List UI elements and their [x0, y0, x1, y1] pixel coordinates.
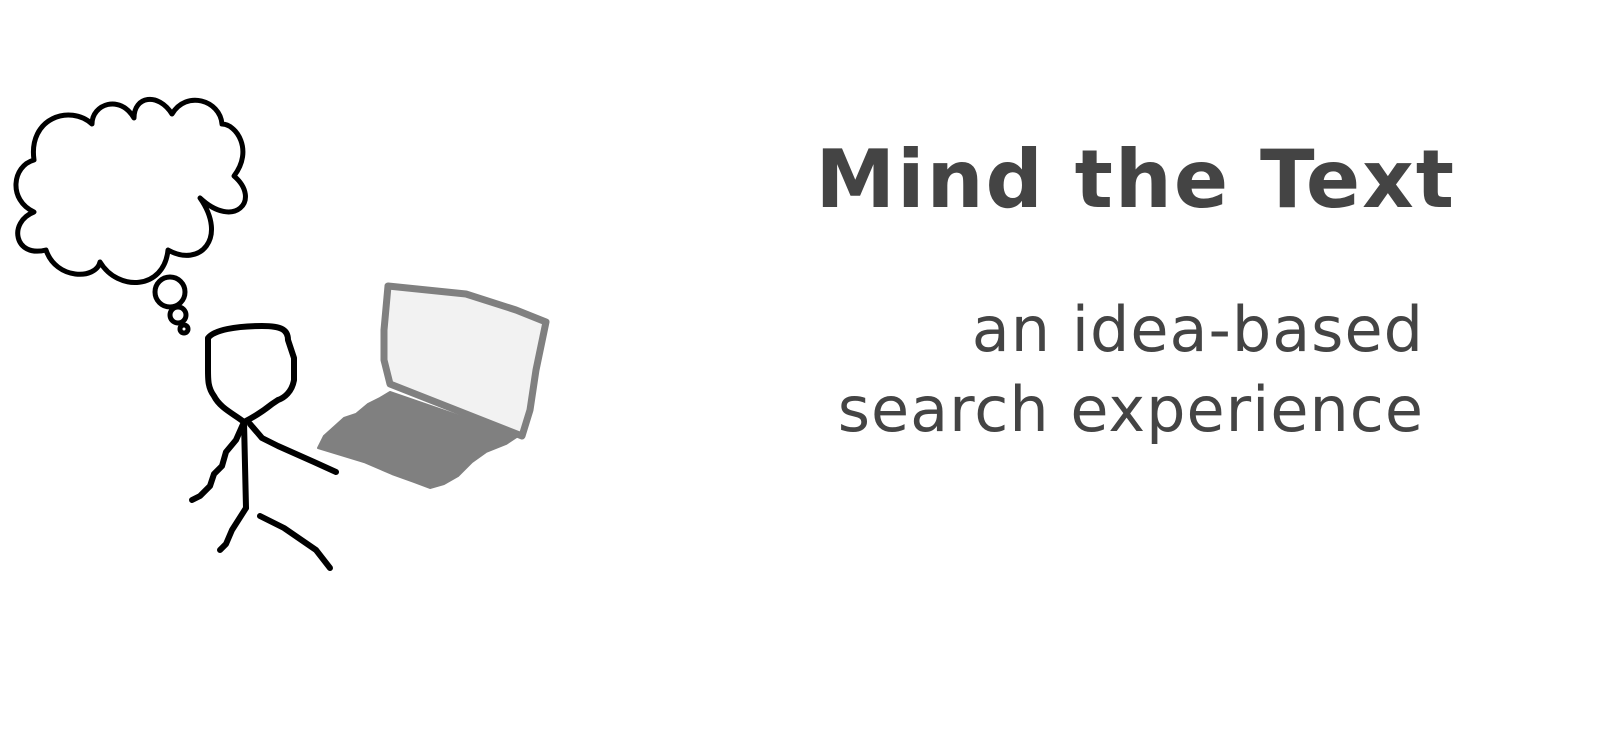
thought-bubble-icon: [13, 96, 248, 336]
subtitle-line-2: search experience: [837, 373, 1424, 446]
laptop-icon: [317, 282, 550, 489]
subtitle-line-1: an idea-based: [971, 293, 1424, 366]
page-subtitle: an idea-based search experience: [838, 290, 1424, 450]
splash-page: Mind the Text an idea-based search exper…: [0, 0, 1604, 737]
page-title: Mind the Text: [815, 133, 1456, 226]
illustration: [13, 96, 550, 571]
stick-figure-icon: [189, 323, 339, 571]
